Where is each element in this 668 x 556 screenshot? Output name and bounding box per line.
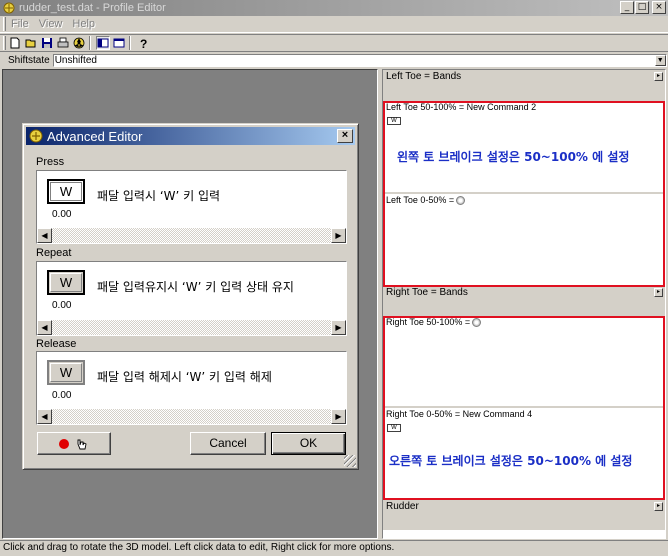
repeat-scrollbar[interactable]: ◀ ▶ — [37, 320, 346, 335]
press-value: 0.00 — [52, 209, 72, 220]
rudder-zone[interactable] — [383, 530, 665, 538]
window-title: rudder_test.dat - Profile Editor — [19, 2, 166, 14]
title-bar[interactable]: rudder_test.dat - Profile Editor _ □ × — [0, 0, 668, 16]
release-section: W 0.00 패달 입력 해제시 ‘W’ 키 입력 해제 ◀ ▶ — [36, 351, 347, 425]
release-label: Release — [36, 338, 77, 350]
press-label: Press — [36, 156, 65, 168]
left-toe-header[interactable]: Left Toe = Bands ▸ — [383, 70, 665, 83]
repeat-label: Repeat — [36, 247, 72, 259]
app-icon — [29, 129, 43, 143]
expand-icon[interactable]: ▸ — [654, 72, 663, 81]
svg-text:?: ? — [140, 37, 147, 49]
radiation-icon[interactable] — [72, 36, 86, 50]
right-toe-header[interactable]: Right Toe = Bands ▸ — [383, 286, 665, 299]
record-button[interactable] — [37, 432, 111, 455]
repeat-key: W — [50, 273, 82, 292]
close-button[interactable]: × — [652, 1, 666, 14]
repeat-value: 0.00 — [52, 300, 72, 311]
pointer-hand-icon — [77, 439, 87, 450]
press-key-button[interactable]: W — [47, 179, 85, 204]
repeat-key-button[interactable]: W — [47, 270, 85, 295]
help-icon[interactable]: ? — [136, 36, 150, 50]
press-section: W 0.00 패달 입력시 ‘W’ 키 입력 ◀ ▶ — [36, 170, 347, 244]
shiftstate-select[interactable]: Unshifted ▼ — [52, 53, 667, 67]
save-icon[interactable] — [40, 36, 54, 50]
release-description: 패달 입력 해제시 ‘W’ 키 입력 해제 — [97, 370, 272, 384]
press-description: 패달 입력시 ‘W’ 키 입력 — [97, 189, 221, 203]
scroll-left-icon[interactable]: ◀ — [37, 320, 52, 335]
maximize-button[interactable]: □ — [635, 1, 649, 14]
left-toe-highlight — [383, 101, 665, 287]
dialog-close-button[interactable]: × — [337, 129, 353, 143]
chevron-down-icon[interactable]: ▼ — [654, 54, 666, 66]
scroll-left-icon[interactable]: ◀ — [37, 409, 52, 424]
status-bar: Click and drag to rotate the 3D model. L… — [0, 540, 668, 556]
scroll-right-icon[interactable]: ▶ — [331, 409, 346, 424]
scroll-right-icon[interactable]: ▶ — [331, 320, 346, 335]
split-view-icon[interactable] — [96, 36, 110, 50]
single-view-icon[interactable] — [112, 36, 126, 50]
release-key-button[interactable]: W — [47, 360, 85, 385]
data-pane: Left Toe = Bands ▸ Left Toe 50-100% = Ne… — [382, 69, 666, 539]
repeat-section: W 0.00 패달 입력유지시 ‘W’ 키 입력 상태 유지 ◀ ▶ — [36, 261, 347, 336]
right-toe-highlight — [383, 316, 665, 500]
repeat-description: 패달 입력유지시 ‘W’ 키 입력 상태 유지 — [97, 280, 294, 294]
advanced-editor-dialog: Advanced Editor × Press W 0.00 패달 입력시 ‘W… — [22, 123, 359, 470]
profile-editor-window: rudder_test.dat - Profile Editor _ □ × F… — [0, 0, 668, 556]
left-toe-header-label: Left Toe = Bands — [386, 71, 462, 82]
release-scrollbar[interactable]: ◀ ▶ — [37, 409, 346, 424]
expand-icon[interactable]: ▸ — [654, 288, 663, 297]
press-key: W — [50, 182, 82, 201]
cancel-button[interactable]: Cancel — [190, 432, 266, 455]
toolbar-separator — [129, 36, 131, 50]
new-icon[interactable] — [8, 36, 22, 50]
rudder-header[interactable]: Rudder ▸ — [383, 500, 665, 513]
release-key: W — [50, 363, 82, 382]
menu-bar: File View Help — [0, 16, 668, 33]
shiftstate-label: Shiftstate — [8, 54, 50, 66]
toolbar: ? — [0, 34, 668, 52]
print-icon[interactable] — [56, 36, 70, 50]
release-value: 0.00 — [52, 390, 72, 401]
right-toe-header-label: Right Toe = Bands — [386, 287, 468, 298]
rudder-header-label: Rudder — [386, 501, 419, 512]
toolbar-grip — [3, 36, 6, 50]
shiftstate-row: Shiftstate Unshifted ▼ — [0, 53, 668, 67]
ok-button[interactable]: OK — [271, 432, 346, 455]
menu-file[interactable]: File — [6, 18, 34, 30]
scroll-right-icon[interactable]: ▶ — [331, 228, 346, 243]
shiftstate-value: Unshifted — [54, 54, 97, 66]
scroll-left-icon[interactable]: ◀ — [37, 228, 52, 243]
app-icon — [3, 2, 15, 14]
open-icon[interactable] — [24, 36, 38, 50]
press-scrollbar[interactable]: ◀ ▶ — [37, 228, 346, 243]
minimize-button[interactable]: _ — [620, 1, 634, 14]
toolbar-separator — [89, 36, 91, 50]
expand-icon[interactable]: ▸ — [654, 502, 663, 511]
dialog-title-bar[interactable]: Advanced Editor × — [26, 127, 355, 145]
dialog-title: Advanced Editor — [47, 128, 143, 144]
menu-view[interactable]: View — [34, 18, 68, 30]
record-icon — [59, 438, 70, 449]
resize-grip[interactable] — [344, 455, 356, 467]
menu-help[interactable]: Help — [67, 18, 100, 30]
